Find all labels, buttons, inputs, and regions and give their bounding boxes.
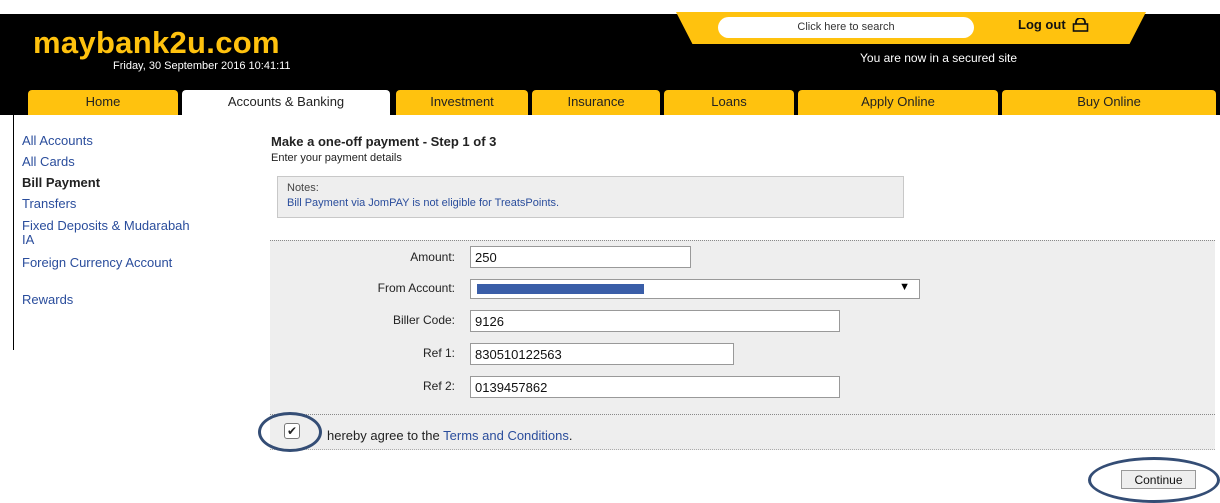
from-account-select[interactable]: ▼	[470, 279, 920, 299]
terms-link[interactable]: Terms and Conditions	[443, 428, 569, 443]
ref1-label: Ref 1:	[422, 346, 455, 360]
sidebar-item-rewards[interactable]: Rewards	[22, 293, 73, 307]
notes-box: Notes: Bill Payment via JomPAY is not el…	[277, 176, 904, 218]
main-nav-tabs: Home Accounts & Banking Investment Insur…	[0, 90, 1220, 115]
tab-apply-online[interactable]: Apply Online	[798, 90, 998, 115]
ref1-field[interactable]: 830510122563	[470, 343, 734, 365]
ref2-label: Ref 2:	[422, 379, 455, 393]
lock-icon	[1072, 18, 1088, 32]
maybank-logo[interactable]: maybank2u.com	[33, 27, 280, 59]
redacted-account-value	[477, 284, 644, 294]
amount-label: Amount:	[410, 250, 455, 264]
tab-loans[interactable]: Loans	[664, 90, 794, 115]
sidebar-item-transfers[interactable]: Transfers	[22, 197, 76, 211]
notes-text: Bill Payment via JomPAY is not eligible …	[287, 197, 560, 209]
top-white-strip	[0, 0, 1220, 14]
page-subtitle: Enter your payment details	[271, 152, 402, 164]
agree-end: .	[568, 428, 573, 443]
biller-code-field[interactable]: 9126	[470, 310, 840, 332]
logout-label: Log out	[1018, 17, 1066, 32]
checkbox-highlight-ring	[258, 412, 322, 452]
sidebar-item-fixed-deposits[interactable]: Fixed Deposits & Mudarabah IA	[22, 219, 192, 247]
from-account-label: From Account:	[377, 281, 455, 295]
logout-button[interactable]: Log out	[1018, 16, 1089, 34]
search-button[interactable]: Click here to search	[718, 17, 974, 38]
sidebar-item-all-cards[interactable]: All Cards	[22, 155, 75, 169]
amount-field[interactable]: 250	[470, 246, 691, 268]
ref2-field[interactable]: 0139457862	[470, 376, 840, 398]
sidebar-item-foreign-currency[interactable]: Foreign Currency Account	[22, 256, 192, 270]
agree-prefix: hereby agree to the	[327, 428, 440, 443]
continue-highlight-ring	[1088, 457, 1220, 503]
tab-accounts-banking[interactable]: Accounts & Banking	[182, 90, 390, 115]
sidebar-item-bill-payment[interactable]: Bill Payment	[22, 176, 100, 190]
sidebar-item-all-accounts[interactable]: All Accounts	[22, 134, 93, 148]
tab-home[interactable]: Home	[28, 90, 178, 115]
tab-insurance[interactable]: Insurance	[532, 90, 660, 115]
current-date: Friday, 30 September 2016 10:41:11	[113, 60, 291, 72]
tab-buy-online[interactable]: Buy Online	[1002, 90, 1216, 115]
secured-site-text: You are now in a secured site	[860, 51, 1017, 65]
notes-label: Notes:	[287, 182, 319, 194]
dropdown-arrow-icon: ▼	[899, 281, 910, 293]
biller-code-label: Biller Code:	[392, 313, 455, 327]
tab-investment[interactable]: Investment	[396, 90, 528, 115]
page-title: Make a one-off payment - Step 1 of 3	[271, 134, 497, 149]
sidebar-border	[13, 115, 14, 350]
agree-text: hereby agree to the Terms and Conditions…	[327, 428, 573, 443]
